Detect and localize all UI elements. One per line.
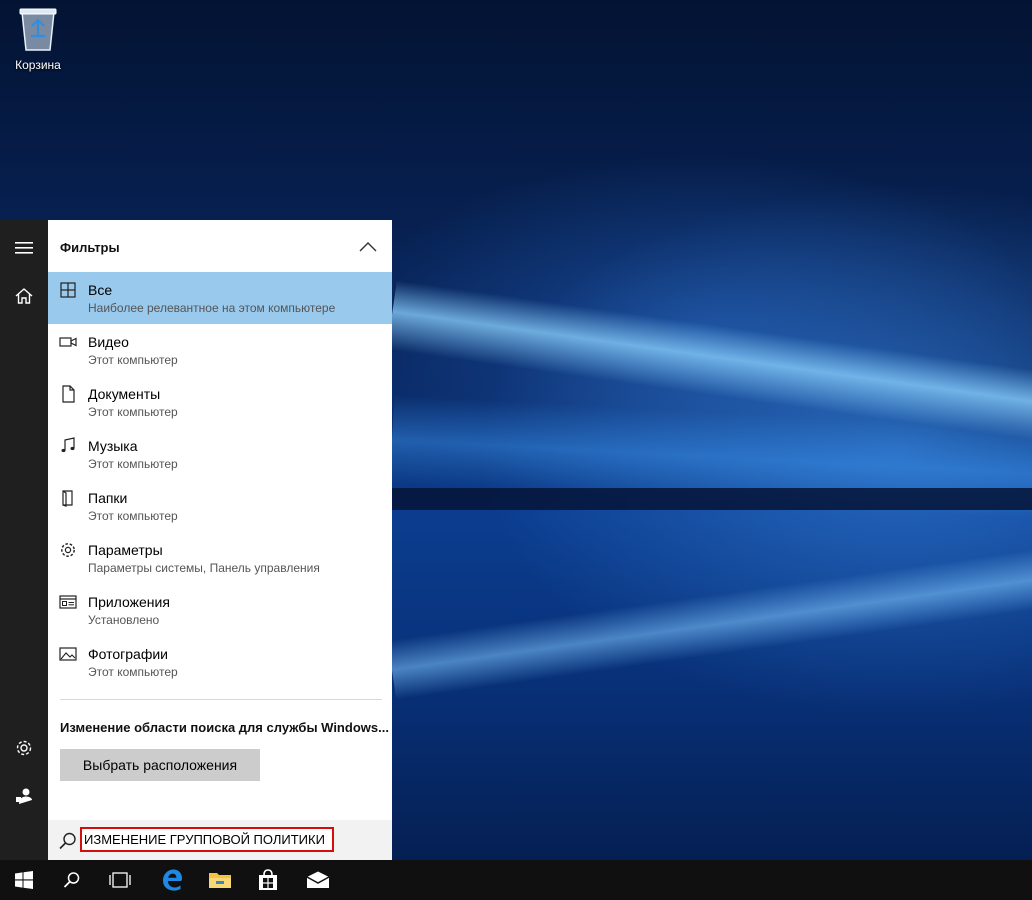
windows-start-icon (15, 871, 33, 889)
hamburger-icon (15, 242, 33, 254)
filter-subtitle: Этот компьютер (88, 665, 178, 679)
filter-item-documents[interactable]: Документы Этот компьютер (48, 376, 392, 428)
recycle-bin-label: Корзина (15, 58, 61, 72)
filter-item-apps[interactable]: Приложения Установлено (48, 584, 392, 636)
taskbar (0, 860, 1032, 900)
filter-title: Музыка (88, 438, 138, 454)
filter-item-all[interactable]: Все Наиболее релевантное на этом компьют… (48, 272, 392, 324)
filter-item-folders[interactable]: Папки Этот компьютер (48, 480, 392, 532)
search-icon (63, 872, 80, 888)
choose-locations-button[interactable]: Выбрать расположения (60, 749, 260, 781)
search-input[interactable]: ИЗМЕНЕНИЕ ГРУППОВОЙ ПОЛИТИКИ (80, 827, 334, 852)
filter-item-photos[interactable]: Фотографии Этот компьютер (48, 636, 392, 688)
chevron-up-icon (359, 242, 377, 252)
edge-button[interactable] (148, 860, 196, 900)
filter-subtitle: Этот компьютер (88, 509, 178, 523)
wallpaper-dark-band (392, 488, 1032, 510)
divider (60, 699, 382, 700)
filter-title: Параметры (88, 542, 163, 558)
file-explorer-icon (209, 873, 231, 888)
filter-title: Документы (88, 386, 161, 402)
collapse-filters-button[interactable] (358, 238, 378, 256)
filter-list: Все Наиболее релевантное на этом компьют… (48, 272, 392, 688)
search-icon (58, 831, 78, 851)
home-button[interactable] (0, 272, 48, 320)
filter-item-video[interactable]: Видео Этот компьютер (48, 324, 392, 376)
grid-icon (60, 282, 76, 298)
settings-icon (16, 740, 32, 756)
filter-item-music[interactable]: Музыка Этот компьютер (48, 428, 392, 480)
search-bar: ИЗМЕНЕНИЕ ГРУППОВОЙ ПОЛИТИКИ (48, 820, 392, 860)
home-icon (15, 288, 33, 304)
gear-icon (61, 543, 75, 557)
document-icon (62, 385, 75, 403)
settings-button[interactable] (0, 724, 48, 772)
filter-subtitle: Этот компьютер (88, 405, 178, 419)
filters-header: Фильтры (60, 240, 120, 255)
mail-icon (306, 871, 330, 888)
store-button[interactable] (244, 860, 292, 900)
filter-subtitle: Этот компьютер (88, 457, 178, 471)
file-explorer-button[interactable] (196, 860, 244, 900)
user-icon (16, 788, 32, 804)
filter-title: Фотографии (88, 646, 169, 662)
start-menu-rail (0, 220, 48, 860)
mail-button[interactable] (294, 860, 342, 900)
store-icon (259, 869, 277, 890)
video-icon (59, 337, 77, 347)
filter-title: Папки (88, 490, 128, 506)
edge-icon (163, 869, 182, 891)
photo-icon (59, 647, 77, 661)
filter-title: Приложения (88, 594, 170, 610)
filter-title: Все (88, 282, 113, 298)
task-view-button[interactable] (96, 860, 144, 900)
search-filters-panel: Фильтры Все Наиболее релевантное на этом… (48, 220, 392, 860)
recycle-bin[interactable]: Корзина (8, 6, 68, 72)
filter-item-settings[interactable]: Параметры Параметры системы, Панель упра… (48, 532, 392, 584)
filter-subtitle: Этот компьютер (88, 353, 178, 367)
filter-subtitle: Параметры системы, Панель управления (88, 561, 320, 575)
filter-subtitle: Наиболее релевантное на этом компьютере (88, 301, 336, 315)
apps-icon (59, 595, 77, 609)
filter-subtitle: Установлено (88, 613, 160, 627)
music-icon (61, 437, 75, 453)
hamburger-menu-button[interactable] (0, 224, 48, 272)
folder-icon (62, 490, 73, 507)
start-button[interactable] (0, 860, 48, 900)
recycle-bin-icon (18, 6, 58, 52)
wallpaper-light-beam (387, 542, 1032, 700)
taskbar-search-button[interactable] (48, 860, 96, 900)
search-scope-link[interactable]: Изменение области поиска для службы Wind… (60, 720, 389, 735)
user-button[interactable] (0, 772, 48, 820)
task-view-icon (109, 872, 131, 888)
filter-title: Видео (88, 334, 129, 350)
